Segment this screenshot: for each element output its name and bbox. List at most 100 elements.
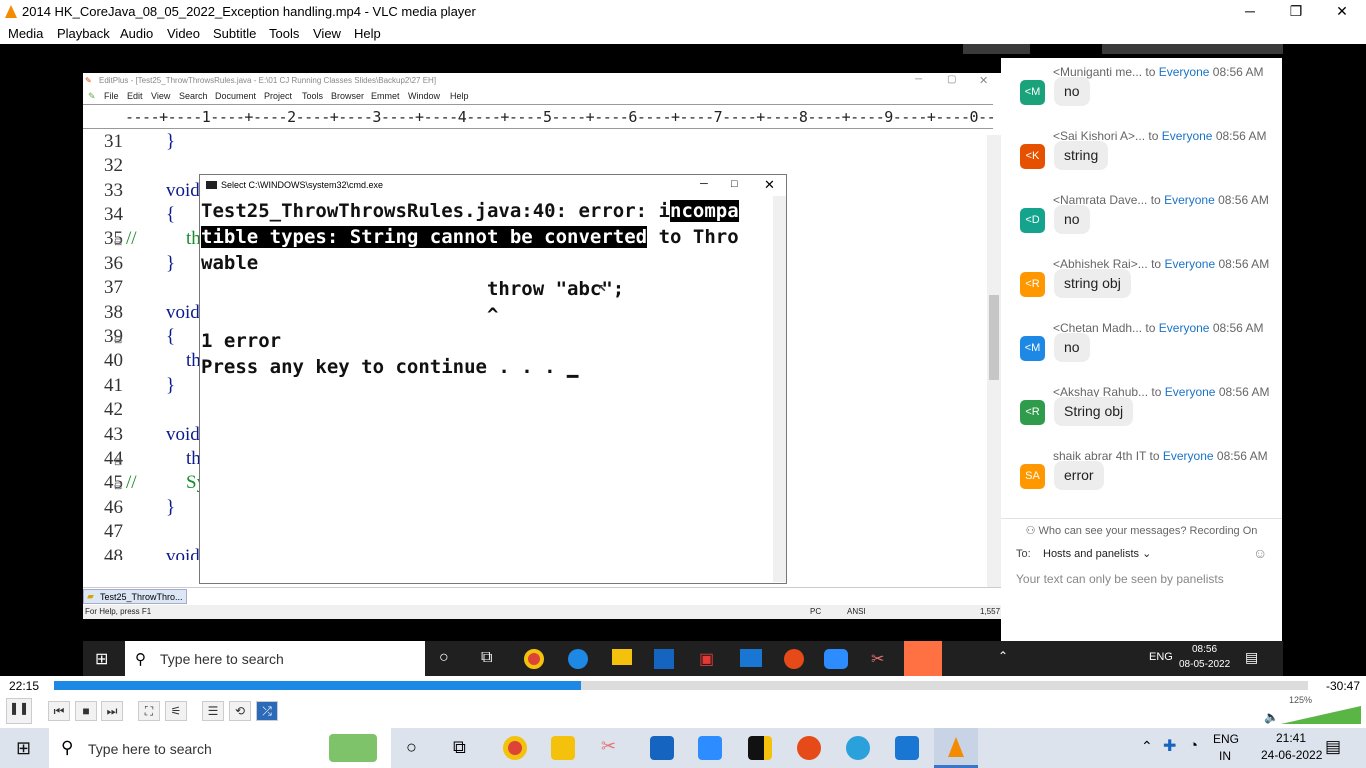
tray-chevron-icon[interactable]: ⌃ [1141,738,1153,755]
fold-icon[interactable]: ⊟ [114,335,122,346]
fold-icon[interactable]: ⊟ [114,481,122,492]
editplus-title: ✎ EditPlus - [Test25_ThrowThrowsRules.ja… [83,73,1001,89]
cmd-close-icon[interactable]: ✕ [764,177,775,193]
extended-settings-button[interactable]: ⚟ [165,701,187,721]
wifi-icon[interactable]: ◔ [1189,737,1198,754]
remaining-time[interactable]: -30:47 [1326,679,1360,693]
emoji-icon[interactable]: ☺ [1253,545,1267,561]
menu-tools[interactable]: Tools [269,26,299,41]
zoom-icon[interactable] [698,736,722,760]
scroll-thumb[interactable] [989,295,999,380]
code-line[interactable]: } [166,497,175,519]
editplus-max-icon[interactable]: ▢ [947,74,956,85]
chat-message: <Muniganti me... to Everyone 08:56 AM <M… [1001,65,1282,129]
recorded-search-text: Type here to search [160,651,284,667]
menu-view[interactable]: View [313,26,341,41]
add-icon[interactable]: ✚ [1163,736,1176,756]
chrome-icon[interactable] [503,736,527,760]
menu-playback[interactable]: Playback [57,26,110,41]
fold-icon[interactable]: ⊟ [114,237,122,248]
cmd-output[interactable]: Test25_ThrowThrowsRules.java:40: error: … [200,196,772,582]
menu-video[interactable]: Video [167,26,200,41]
code-line[interactable]: } [166,131,175,153]
code-line[interactable]: void [166,546,200,560]
cmd-scrollbar[interactable] [773,196,786,582]
code-line[interactable]: } [166,253,175,275]
editplus-min-icon[interactable]: ─ [915,74,922,85]
chat-time: 08:56 AM [1212,321,1264,335]
cmd-window: Select C:\WINDOWS\system32\cmd.exe ─ □ ✕… [199,174,787,584]
volume-slider[interactable] [1281,706,1361,724]
taskview-icon[interactable]: ⧉ [453,737,466,758]
clock-time[interactable]: 21:41 [1276,731,1306,745]
previous-button[interactable]: ⏮ [48,701,70,721]
taskbar-search-box[interactable]: ⚲ Type here to search [49,728,391,768]
stop-button[interactable]: ■ [75,701,97,721]
record-app-icon[interactable] [797,736,821,760]
cmd-minimize-icon[interactable]: ─ [700,178,708,190]
people-icon: ⚇ [1025,525,1036,537]
next-button[interactable]: ⏭ [101,701,123,721]
playlist-button[interactable]: ☰ [202,701,224,721]
ep-menu-project[interactable]: Project [264,91,292,101]
code-line[interactable]: { [166,326,175,348]
editplus-close-icon[interactable]: ✕ [979,74,988,87]
seek-bar[interactable] [54,681,1308,690]
ep-menu-view[interactable]: View [151,91,170,101]
ep-menu-document[interactable]: Document [215,91,256,101]
fullscreen-button[interactable]: ⛶ [138,701,160,721]
loop-button[interactable]: ⟲ [229,701,251,721]
fold-icon[interactable]: ⊟ [114,457,122,468]
menu-help[interactable]: Help [354,26,381,41]
store-icon[interactable] [650,736,674,760]
ep-menu-browser[interactable]: Browser [331,91,364,101]
photos-icon[interactable] [895,736,919,760]
windows-start-icon[interactable]: ⊞ [16,738,31,759]
minimize-button[interactable]: ─ [1227,0,1273,23]
taskbar-search-text: Type here to search [88,741,212,757]
telegram-icon[interactable] [846,736,870,760]
cortana-icon[interactable]: ○ [406,737,417,758]
maximize-button[interactable]: ❐ [1273,0,1319,23]
code-line[interactable]: void [166,302,200,324]
code-line[interactable]: void [166,180,200,202]
vlc-taskbar-button[interactable] [934,728,978,768]
speaker-icon[interactable]: 🔈 [1264,710,1279,724]
recipient-dropdown[interactable]: Hosts and panelists ⌄ [1037,544,1157,564]
cmd-text: Test25_ThrowThrowsRules.java:40: error: … [201,200,670,222]
menu-audio[interactable]: Audio [120,26,153,41]
ep-menu-search[interactable]: Search [179,91,208,101]
close-button[interactable]: ✕ [1319,0,1365,23]
video-area[interactable]: ✎ EditPlus - [Test25_ThrowThrowsRules.ja… [0,44,1366,676]
chat-input[interactable]: Your text can only be seen by panelists [1016,572,1224,586]
weather-widget-icon[interactable] [329,734,377,762]
cmd-text: wable [201,252,259,274]
menu-subtitle[interactable]: Subtitle [213,26,256,41]
cmd-maximize-icon[interactable]: □ [731,178,738,190]
file-tab[interactable]: ▰ Test25_ThrowThro... [83,589,187,604]
chat-privacy-note[interactable]: ⚇ Who can see your messages? Recording O… [1001,518,1282,542]
sticky-notes-icon[interactable] [748,736,772,760]
ep-menu-help[interactable]: Help [450,91,469,101]
ep-menu-file[interactable]: File [104,91,119,101]
chrome-icon [524,649,544,669]
snipping-tool-icon[interactable]: ✂ [601,736,616,757]
file-explorer-icon[interactable] [551,736,575,760]
notification-icon[interactable]: ▤ [1325,737,1341,757]
shuffle-button[interactable]: ⤮ [256,701,278,721]
code-line[interactable]: } [166,375,175,397]
ep-menu-tools[interactable]: Tools [302,91,323,101]
language-indicator[interactable]: ENG [1213,732,1239,746]
ep-menu-edit[interactable]: Edit [127,91,143,101]
code-line[interactable]: void [166,424,200,446]
chat-message: <Akshay Rahub... to Everyone 08:56 AM <R… [1001,385,1282,449]
code-line[interactable]: { [166,204,175,226]
menu-media[interactable]: Media [8,26,43,41]
ep-menu-emmet[interactable]: Emmet [371,91,400,101]
clock-date[interactable]: 24-06-2022 [1261,748,1322,762]
chat-time: 08:56 AM [1218,257,1270,271]
recipient-value: Hosts and panelists [1043,548,1139,560]
pause-button[interactable]: ❚❚ [6,698,32,724]
ep-menu-window[interactable]: Window [408,91,440,101]
editor-scrollbar[interactable] [987,135,1001,591]
